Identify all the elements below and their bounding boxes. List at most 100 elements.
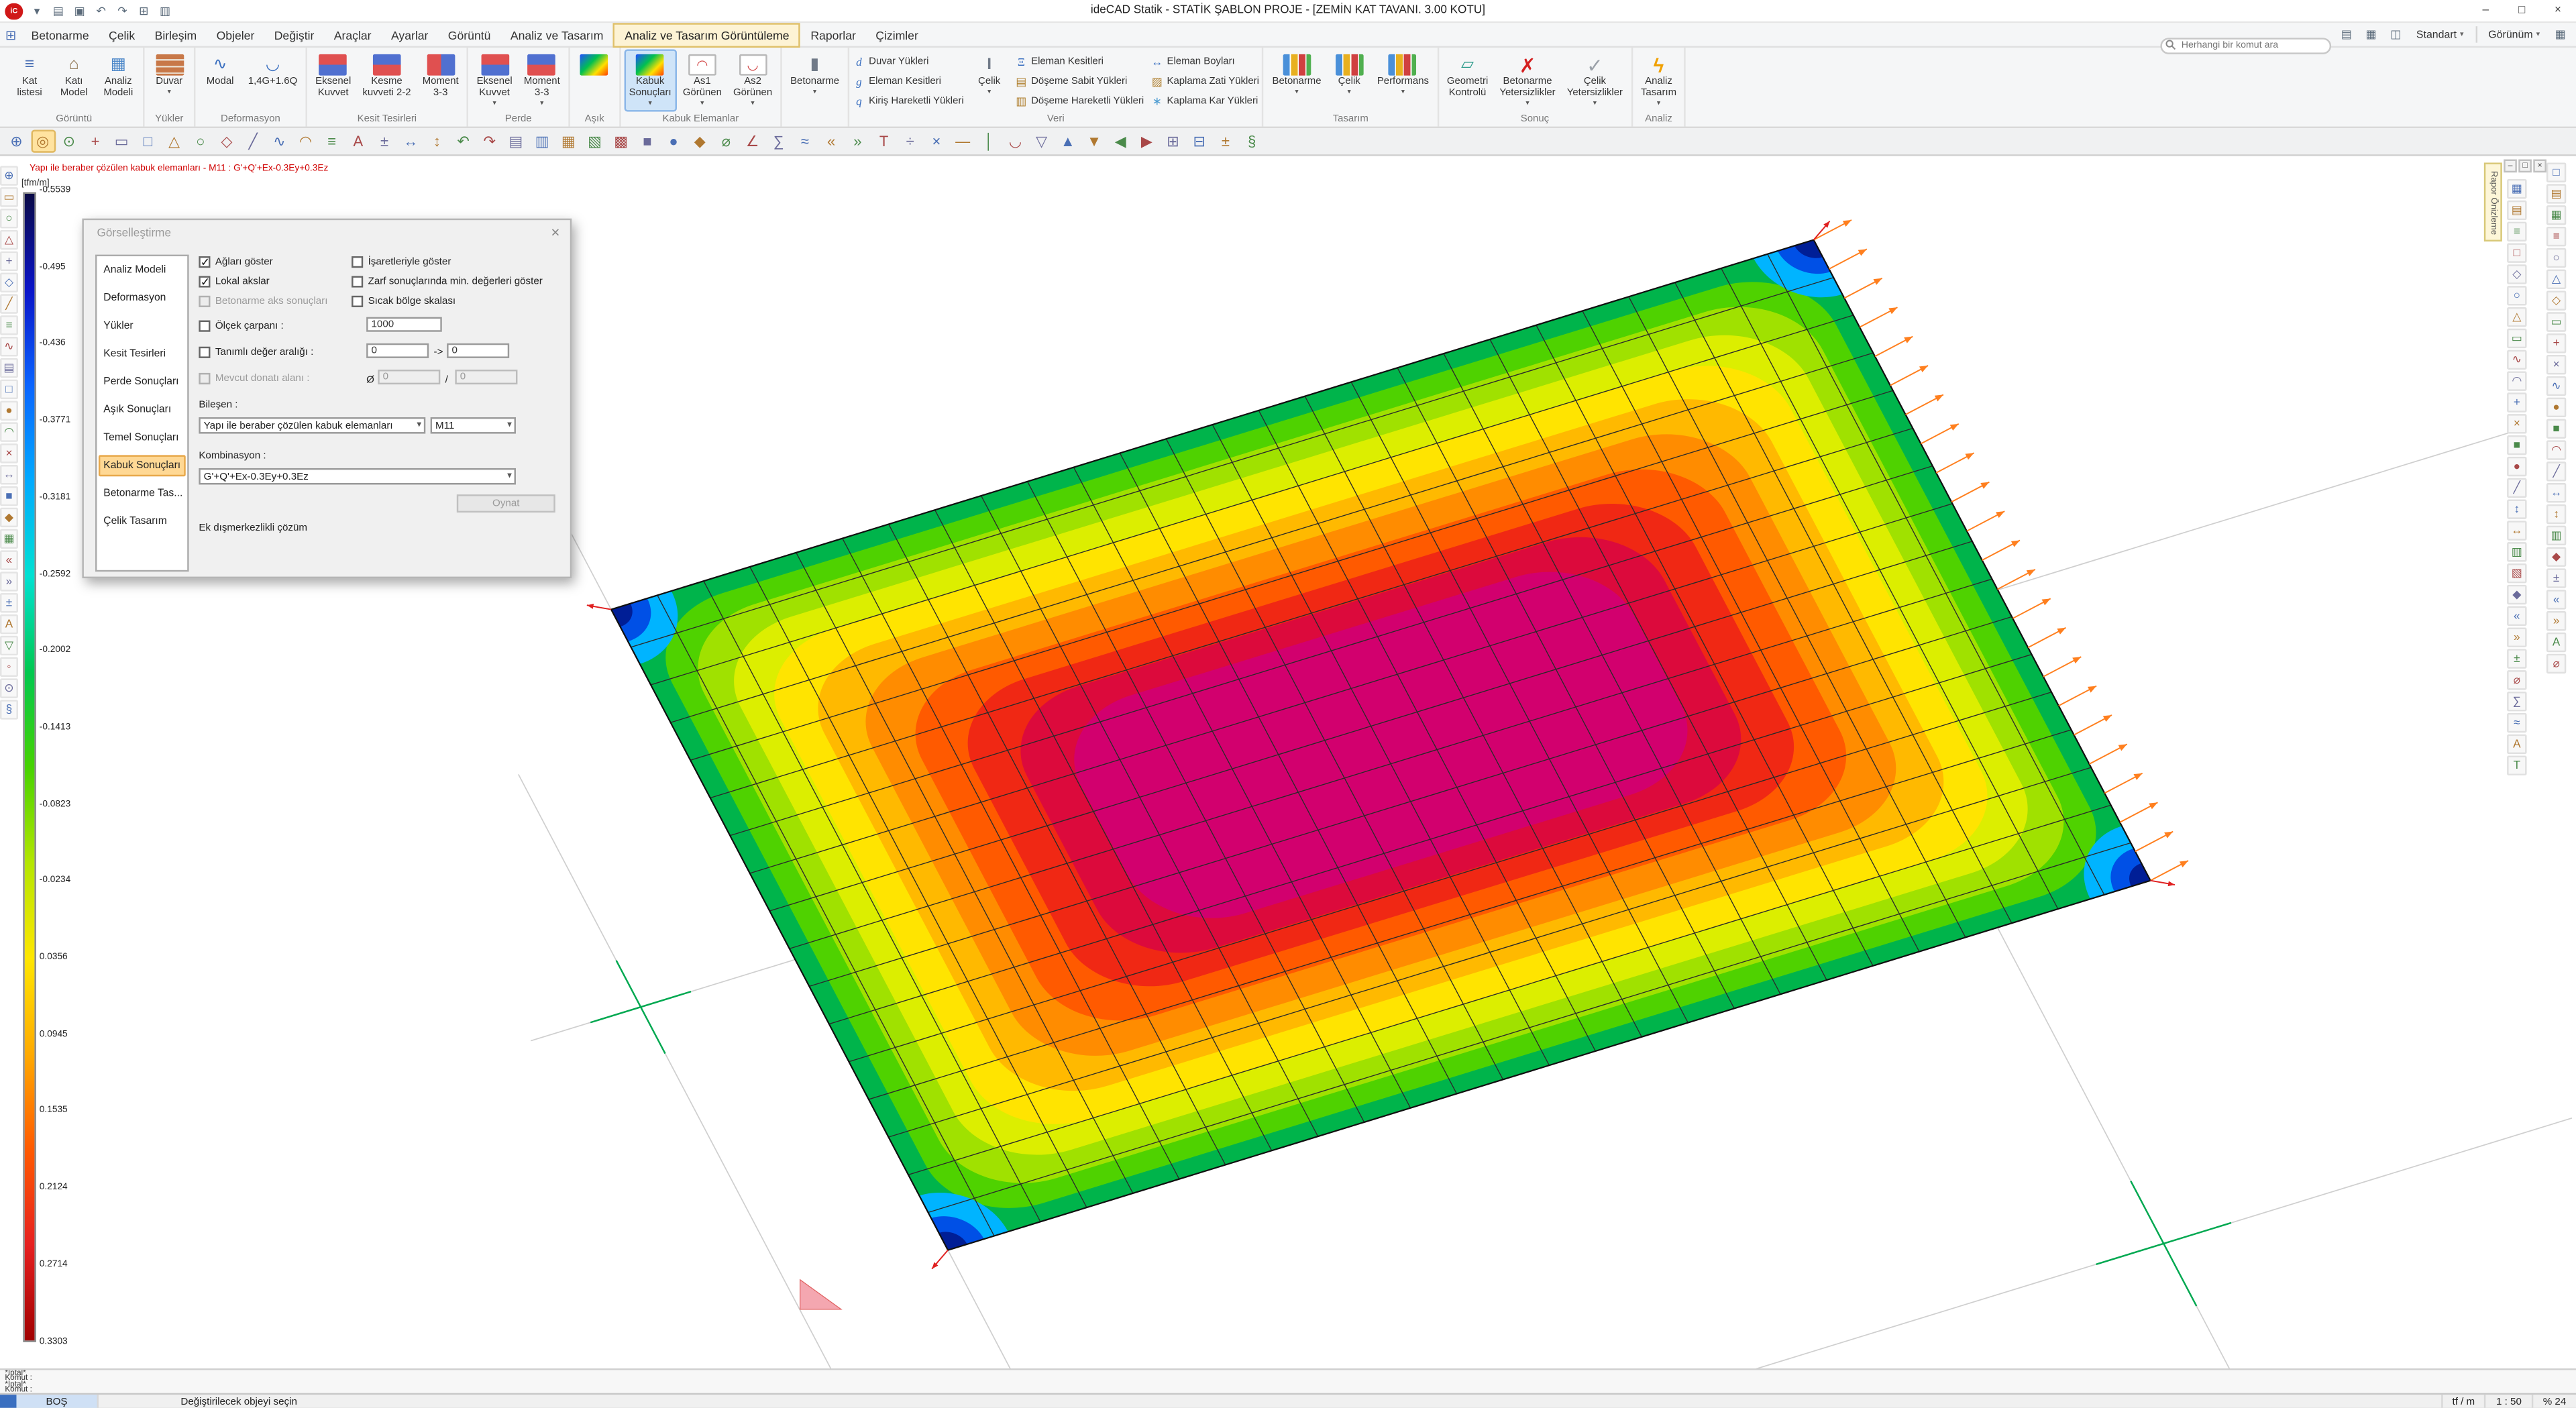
menu-item-5[interactable]: Araçlar: [324, 22, 381, 47]
tasarim-celik-button[interactable]: Çelik▾: [1328, 49, 1371, 111]
tool-icon[interactable]: ╱: [241, 129, 266, 152]
kati-model-button[interactable]: ⌂Katı Model: [52, 49, 95, 111]
olcek-carpani-input[interactable]: [366, 317, 442, 332]
edge-tool-icon[interactable]: ◇: [2546, 290, 2566, 310]
duvar-yukleri-item[interactable]: dDuvar Yükleri: [853, 52, 964, 70]
right-tool-icon[interactable]: ◇: [2507, 264, 2526, 284]
tool-icon[interactable]: ○: [188, 129, 213, 152]
menu-item-2[interactable]: Birleşim: [145, 22, 207, 47]
menu-item-1[interactable]: Çelik: [99, 22, 145, 47]
edge-tool-icon[interactable]: ■: [2546, 419, 2566, 438]
analiz-tasarim-button[interactable]: ϟAnaliz Tasarım▾: [1636, 49, 1682, 111]
side-tool-icon[interactable]: »: [0, 572, 18, 591]
menu-grid-icon[interactable]: ⊞: [0, 27, 21, 42]
tool-icon[interactable]: ◎: [30, 129, 55, 152]
edge-tool-icon[interactable]: ⌀: [2546, 654, 2566, 673]
edge-tool-icon[interactable]: ◆: [2546, 547, 2566, 567]
side-tool-icon[interactable]: ○: [0, 209, 18, 228]
side-tool-icon[interactable]: A: [0, 614, 18, 634]
oynat-button[interactable]: Oynat: [457, 494, 555, 512]
kaplama-kar-item[interactable]: ∗Kaplama Kar Yükleri: [1150, 92, 1259, 110]
as2-gorunen-button[interactable]: ◡As2 Görünen▾: [729, 49, 777, 111]
edge-tool-icon[interactable]: ▦: [2546, 205, 2566, 225]
menu-item-9[interactable]: Analiz ve Tasarım Görüntüleme: [613, 22, 801, 47]
right-tool-icon[interactable]: ○: [2507, 286, 2526, 305]
tool-icon[interactable]: ▩: [608, 129, 633, 152]
menu-item-10[interactable]: Raporlar: [801, 22, 866, 47]
tool-icon[interactable]: ↷: [477, 129, 502, 152]
perde-moment-button[interactable]: Moment 3-3▾: [519, 49, 565, 111]
moment-button[interactable]: Moment 3-3: [417, 49, 464, 111]
eksenel-kuvvet-button[interactable]: Eksenel Kuvvet: [311, 49, 356, 111]
asik-button[interactable]: [573, 49, 616, 111]
right-tool-icon[interactable]: T: [2507, 756, 2526, 775]
minimize-button[interactable]: –: [2467, 0, 2504, 22]
mdi-button[interactable]: –: [2504, 160, 2517, 173]
tool-icon[interactable]: ×: [924, 129, 949, 152]
print-icon[interactable]: ▤: [2337, 25, 2355, 44]
qat-icon[interactable]: ▥: [156, 1, 174, 19]
right-tool-icon[interactable]: ↕: [2507, 499, 2526, 519]
qat-icon[interactable]: ▣: [70, 1, 89, 19]
tool-icon[interactable]: §: [1240, 129, 1265, 152]
aglari-goster-checkbox[interactable]: Ağları göster: [199, 256, 272, 268]
qat-icon[interactable]: ↷: [113, 1, 131, 19]
tool-icon[interactable]: +: [83, 129, 108, 152]
status-zoom[interactable]: % 24: [2532, 1395, 2576, 1408]
dialog-list-item[interactable]: Kabuk Sonuçları: [99, 455, 186, 476]
right-tool-icon[interactable]: ▧: [2507, 563, 2526, 583]
layers-icon[interactable]: ▦: [2362, 25, 2380, 44]
right-tool-icon[interactable]: ●: [2507, 457, 2526, 476]
tool-icon[interactable]: ◀: [1108, 129, 1133, 152]
dialog-list-item[interactable]: Betonarme Tas...: [99, 483, 186, 504]
eleman-kesitleri-item[interactable]: gEleman Kesitleri: [853, 72, 964, 91]
layout-icon[interactable]: ▦: [2551, 25, 2569, 44]
edge-tool-icon[interactable]: ↔: [2546, 483, 2566, 502]
right-tool-icon[interactable]: ◠: [2507, 371, 2526, 390]
eleman-boylari-item[interactable]: ↔Eleman Boyları: [1150, 52, 1259, 70]
qat-icon[interactable]: ▾: [28, 1, 46, 19]
edge-tool-icon[interactable]: ╱: [2546, 462, 2566, 481]
edge-tool-icon[interactable]: △: [2546, 270, 2566, 289]
tool-icon[interactable]: T: [871, 129, 896, 152]
kabuk-sonuclari-button[interactable]: Kabuk Sonuçları▾: [624, 49, 676, 111]
status-scale[interactable]: 1 : 50: [2485, 1395, 2532, 1408]
side-tool-icon[interactable]: ↔: [0, 465, 18, 484]
right-tool-icon[interactable]: ↔: [2507, 521, 2526, 540]
right-tool-icon[interactable]: «: [2507, 606, 2526, 626]
right-tool-icon[interactable]: ∿: [2507, 350, 2526, 370]
edge-tool-icon[interactable]: ●: [2546, 398, 2566, 417]
edge-tool-icon[interactable]: ↕: [2546, 504, 2566, 524]
edge-tool-icon[interactable]: ▥: [2546, 526, 2566, 545]
sicak-bolge-checkbox[interactable]: Sıcak bölge skalası: [352, 296, 455, 307]
tasarim-performans-button[interactable]: Performans▾: [1372, 49, 1434, 111]
edge-tool-icon[interactable]: «: [2546, 590, 2566, 609]
right-tool-icon[interactable]: ⌀: [2507, 670, 2526, 690]
edge-tool-icon[interactable]: ◠: [2546, 440, 2566, 459]
olcek-carpani-checkbox[interactable]: Ölçek çarpanı :: [199, 321, 283, 332]
side-tool-icon[interactable]: ▦: [0, 529, 18, 549]
tool-icon[interactable]: ≈: [793, 129, 818, 152]
tool-icon[interactable]: ⊟: [1187, 129, 1212, 152]
side-tool-icon[interactable]: §: [0, 700, 18, 719]
dialog-list-item[interactable]: Çelik Tasarım: [99, 511, 186, 533]
menu-item-4[interactable]: Değiştir: [264, 22, 324, 47]
tool-icon[interactable]: ▥: [530, 129, 555, 152]
menu-item-8[interactable]: Analiz ve Tasarım: [500, 22, 613, 47]
tool-icon[interactable]: ◇: [215, 129, 239, 152]
right-tool-icon[interactable]: ▦: [2507, 179, 2526, 199]
tool-icon[interactable]: ▼: [1082, 129, 1107, 152]
right-tool-icon[interactable]: A: [2507, 735, 2526, 754]
dialog-list-item[interactable]: Deformasyon: [99, 288, 186, 309]
kombinasyon-select[interactable]: G'+Q'+Ex-0.3Ey+0.3Ez: [199, 468, 516, 484]
side-tool-icon[interactable]: ⊕: [0, 166, 18, 185]
edge-tool-icon[interactable]: ×: [2546, 355, 2566, 374]
edge-tool-icon[interactable]: +: [2546, 333, 2566, 353]
side-tool-icon[interactable]: «: [0, 550, 18, 570]
celik-yetersizlikler-button[interactable]: ✓Çelik Yetersizlikler▾: [1562, 49, 1627, 111]
celik-veri-button[interactable]: IÇelik▾: [971, 49, 1008, 111]
qat-icon[interactable]: ⊞: [135, 1, 153, 19]
maximize-button[interactable]: □: [2504, 0, 2540, 22]
duvar-button[interactable]: Duvar▾: [148, 49, 191, 111]
tool-icon[interactable]: ±: [1214, 129, 1238, 152]
